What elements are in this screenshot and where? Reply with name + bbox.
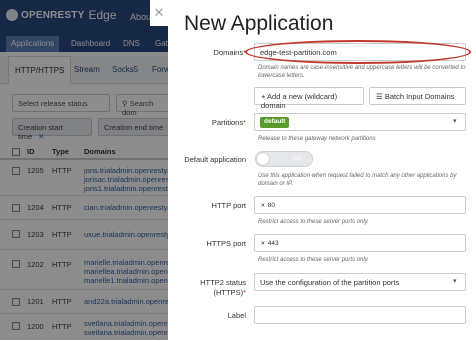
close-icon[interactable]: ✕	[150, 0, 168, 26]
partitions-select[interactable]: default ▾	[254, 113, 466, 131]
domains-label: Domains*	[168, 48, 246, 57]
remove-tag-icon[interactable]: ×	[261, 202, 265, 209]
http2-status-select[interactable]: Use the configuration of the partition p…	[254, 273, 466, 291]
batch-input-domains-button[interactable]: ☰ Batch Input Domains	[369, 87, 466, 105]
batch-input-label: Batch Input Domains	[384, 92, 455, 101]
https-port-input[interactable]: × 443	[254, 234, 466, 252]
label-input[interactable]	[254, 306, 466, 324]
default-application-label: Default application	[184, 155, 246, 164]
http-port-help: Restrict access to these server ports on…	[258, 219, 369, 225]
default-application-toggle[interactable]: NO	[255, 151, 313, 167]
required-marker: *	[243, 118, 246, 127]
partitions-help: Release to these gateway network partiti…	[258, 136, 376, 142]
toggle-knob	[257, 153, 269, 165]
toggle-text: NO	[292, 155, 302, 162]
label-field-label: Label	[227, 311, 246, 320]
required-marker: *	[243, 288, 246, 297]
add-wildcard-domain-button[interactable]: + Add a new (wildcard) domain	[254, 87, 364, 110]
domains-help: Domain names are case-insensitive and up…	[258, 65, 466, 79]
partitions-label: Partitions*	[168, 118, 246, 127]
domains-label-text: Domains	[213, 48, 244, 57]
http-port-value: 80	[267, 202, 276, 209]
page-title: New Application	[184, 12, 334, 35]
https-port-tag[interactable]: × 443	[261, 240, 279, 247]
http-port-tag[interactable]: × 80	[261, 202, 275, 209]
http2-status-label-line1: HTTP2 status	[200, 278, 246, 287]
batch-icon: ☰	[376, 92, 385, 101]
partitions-label-text: Partitions	[211, 118, 244, 127]
http-port-label: HTTP port	[211, 201, 246, 210]
caret-down-icon: ▾	[453, 118, 457, 125]
caret-down-icon: ▾	[453, 278, 457, 285]
remove-tag-icon[interactable]: ×	[261, 240, 265, 247]
http-port-input[interactable]: × 80	[254, 196, 466, 214]
https-port-value: 443	[267, 240, 279, 247]
default-application-help: Use this application when request failed…	[258, 173, 457, 187]
http2-status-label: HTTP2 status (HTTPS)*	[168, 278, 246, 298]
highlight-ellipse	[245, 40, 471, 64]
partition-badge-default[interactable]: default	[260, 117, 290, 128]
http2-status-label-line2: (HTTPS)	[213, 288, 244, 297]
https-port-help: Restrict access to these server ports on…	[258, 257, 369, 263]
https-port-label: HTTPS port	[206, 239, 246, 248]
http2-status-value: Use the configuration of the partition p…	[260, 278, 400, 287]
